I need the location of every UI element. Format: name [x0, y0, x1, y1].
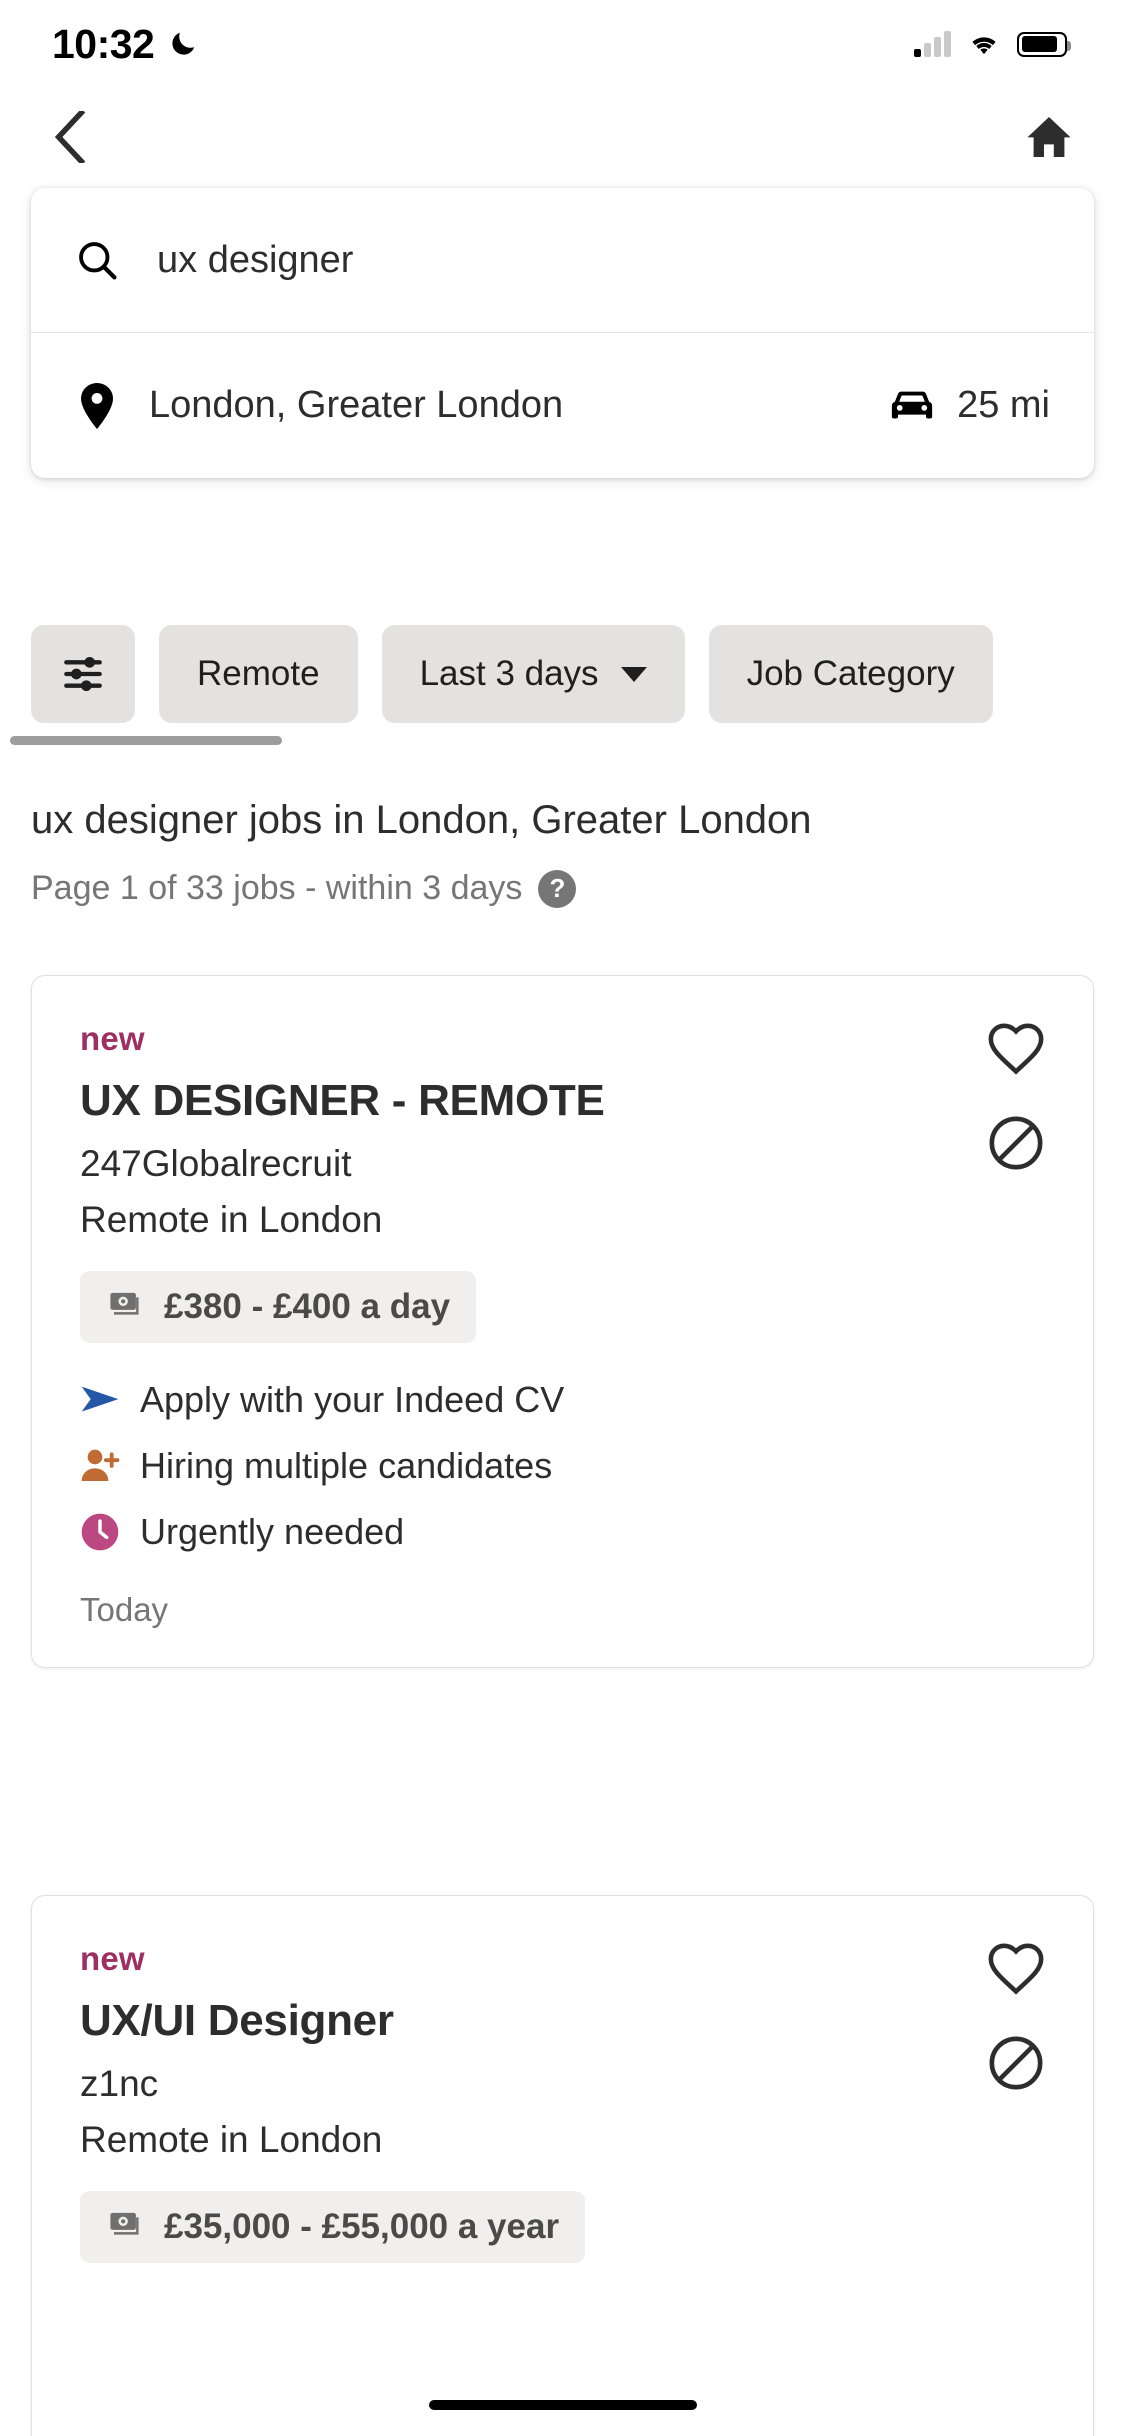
person-plus-icon: [81, 1449, 120, 1481]
clock-badge-icon: [81, 1513, 119, 1550]
filter-chip-last-3-days[interactable]: Last 3 days: [381, 625, 685, 723]
filter-chip-label: Remote: [197, 654, 320, 693]
job-card[interactable]: new UX/UI Designer z1nc Remote in London £35…: [31, 1895, 1094, 2436]
filter-chip-label: Last 3 days: [419, 654, 599, 693]
results-header: ux designer jobs in London, Greater Lond…: [31, 795, 1094, 908]
job-attribute-label: Hiring multiple candidates: [140, 1444, 553, 1486]
job-salary-text: £380 - £400 a day: [164, 1286, 451, 1326]
search-icon: [79, 242, 117, 280]
crescent-moon-icon: [172, 32, 195, 55]
filter-sliders-icon: [64, 657, 102, 691]
money-icon: [110, 1292, 139, 1315]
status-bar-right: [914, 31, 1071, 57]
cellular-signal-icon: [914, 31, 951, 57]
job-salary-pill: £35,000 - £55,000 a year: [80, 2190, 586, 2263]
search-card: ux designer London, Greater London 25 mi: [31, 188, 1094, 478]
wifi-icon: [972, 37, 996, 55]
job-new-badge: new: [80, 1940, 145, 1977]
horizontal-scroll-indicator[interactable]: [10, 736, 282, 745]
status-time: 10:32: [52, 20, 155, 67]
job-location: Remote in London: [80, 1198, 383, 1240]
search-where-row[interactable]: London, Greater London 25 mi: [31, 333, 1094, 478]
job-company: z1nc: [80, 2062, 159, 2104]
search-distance-value: 25 mi: [957, 384, 1050, 426]
back-button[interactable]: [34, 101, 106, 173]
job-posted-date: Today: [80, 1590, 169, 1628]
job-attributes: Apply with your Indeed CV Hiring multiple…: [80, 1379, 1045, 1553]
block-circle-icon[interactable]: [987, 2034, 1045, 2092]
car-icon: [891, 391, 933, 418]
job-card[interactable]: new UX DESIGNER - REMOTE 247Globalrecruit R…: [31, 975, 1094, 1668]
filter-chip-all-filters[interactable]: [31, 625, 135, 723]
search-what-input[interactable]: ux designer: [157, 239, 353, 282]
home-indicator: [428, 2400, 697, 2410]
search-where-input[interactable]: London, Greater London: [149, 384, 889, 427]
job-title: UX DESIGNER - REMOTE: [80, 1076, 605, 1125]
job-attribute-row: Hiring multiple candidates: [80, 1445, 1045, 1487]
battery-icon: [1017, 31, 1071, 57]
status-bar-left: 10:32: [52, 21, 198, 68]
job-title: UX/UI Designer: [80, 1996, 394, 2045]
job-attribute-label: Apply with your Indeed CV: [140, 1378, 565, 1420]
job-salary-pill: £380 - £400 a day: [80, 1270, 477, 1343]
job-card-actions: [987, 1940, 1045, 2092]
job-attribute-row: Apply with your Indeed CV: [80, 1379, 1045, 1421]
search-distance[interactable]: 25 mi: [889, 384, 1050, 427]
heart-outline-icon[interactable]: [987, 1020, 1045, 1078]
send-arrow-icon: [81, 1386, 119, 1412]
home-button[interactable]: [1013, 101, 1085, 173]
filter-chip-job-category[interactable]: Job Category: [708, 625, 993, 723]
status-bar: 10:32: [0, 0, 1125, 88]
job-new-badge: new: [80, 1020, 145, 1057]
filter-chip-label: Job Category: [746, 654, 955, 693]
job-card-actions: [987, 1020, 1045, 1172]
job-location: Remote in London: [80, 2118, 383, 2160]
heart-outline-icon[interactable]: [987, 1940, 1045, 1998]
location-pin-icon: [81, 382, 113, 429]
filter-chips-row[interactable]: Remote Last 3 days Job Category: [0, 625, 1125, 745]
money-icon: [110, 2212, 139, 2235]
home-icon: [1027, 117, 1071, 157]
navigation-bar: [0, 88, 1125, 186]
results-title: ux designer jobs in London, Greater Lond…: [31, 798, 812, 842]
search-what-row[interactable]: ux designer: [31, 188, 1094, 333]
chevron-left-icon: [54, 111, 86, 163]
results-subtitle-row: Page 1 of 33 jobs - within 3 days ?: [31, 869, 1094, 908]
results-subtitle: Page 1 of 33 jobs - within 3 days: [31, 869, 523, 907]
job-salary-text: £35,000 - £55,000 a year: [164, 2206, 560, 2246]
chevron-down-icon: [620, 666, 647, 682]
job-attribute-label: Urgently needed: [140, 1510, 405, 1552]
question-mark-icon[interactable]: ?: [538, 869, 577, 908]
job-company: 247Globalrecruit: [80, 1142, 352, 1184]
job-attribute-row: Urgently needed: [80, 1511, 1045, 1553]
block-circle-icon[interactable]: [987, 1114, 1045, 1172]
filter-chip-remote[interactable]: Remote: [159, 625, 358, 723]
